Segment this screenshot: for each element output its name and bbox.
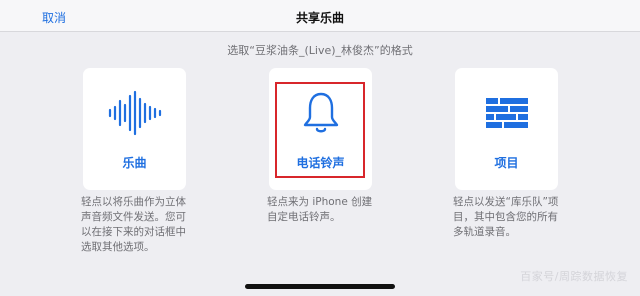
bell-icon: [269, 90, 372, 136]
option-ringtone: 电话铃声 轻点来为 iPhone 创建自定电话铃声。: [267, 68, 372, 223]
song-option-description: 轻点以将乐曲作为立体声音频文件发送。您可以在接下来的对话框中选取其他选项。: [81, 196, 186, 253]
tracks-icon: [455, 90, 558, 136]
waveform-icon: [83, 90, 186, 136]
page-title: 共享乐曲: [295, 11, 344, 25]
option-project: 项目 轻点以发送“库乐队”项目，其中包含您的所有多轨道录音。: [453, 68, 558, 238]
option-song: 乐曲 轻点以将乐曲作为立体声音频文件发送。您可以在接下来的对话框中选取其他选项。: [81, 68, 186, 253]
share-song-screen: 取消 共享乐曲 选取“豆浆油条_(Live)_林俊杰”的格式 乐曲 轻点以将乐曲…: [0, 0, 640, 296]
song-option-button[interactable]: 乐曲: [83, 68, 186, 190]
home-indicator: [245, 284, 395, 289]
song-option-label: 乐曲: [122, 156, 147, 170]
project-option-button[interactable]: 项目: [455, 68, 558, 190]
format-prompt: 选取“豆浆油条_(Live)_林俊杰”的格式: [227, 44, 413, 57]
ringtone-option-description: 轻点来为 iPhone 创建自定电话铃声。: [267, 196, 373, 223]
project-option-description: 轻点以发送“库乐队”项目，其中包含您的所有多轨道录音。: [453, 196, 559, 238]
ringtone-option-button[interactable]: 电话铃声: [269, 68, 372, 190]
navigation-bar: 取消 共享乐曲: [0, 0, 640, 32]
project-option-label: 项目: [494, 156, 519, 170]
ringtone-option-label: 电话铃声: [296, 156, 345, 170]
watermark: 百家号/周踪数据恢复: [520, 270, 628, 283]
